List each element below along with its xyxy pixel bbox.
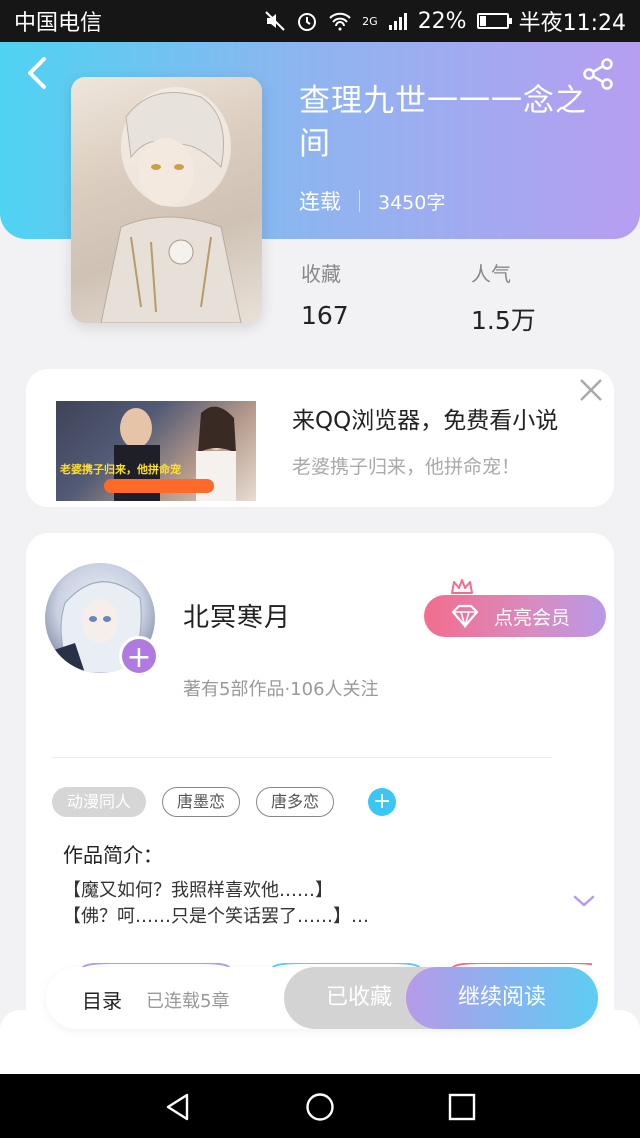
- mute-icon: [265, 11, 285, 31]
- chapter-count: 已连载5章: [146, 991, 230, 1012]
- crown-icon: [451, 579, 473, 594]
- nav-recents-icon[interactable]: [447, 1092, 477, 1122]
- ad-banner[interactable]: 老婆携子归来，他拼命宠 来QQ浏览器，免费看小说 老婆携子归来，他拼命宠！: [26, 369, 614, 507]
- plus-icon: +: [372, 789, 392, 814]
- system-nav-bar: [0, 1074, 640, 1138]
- add-tag-button[interactable]: +: [368, 788, 397, 816]
- clock: 半夜11:24: [518, 11, 626, 36]
- signal-icon: [388, 13, 407, 30]
- intro-text: 【魔又如何？我照样喜欢他……】 【佛？呵……只是个笑话罢了……】…: [63, 878, 533, 930]
- divider: [52, 757, 552, 758]
- ad-subtitle: 老婆携子归来，他拼命宠！: [292, 456, 521, 478]
- author-stats: 著有5部作品·106人关注: [183, 679, 379, 700]
- action-bar: 目录 已连载5章 已收藏 继续阅读: [46, 967, 598, 1029]
- status-bar: 中国电信 2G 22% 半夜11:24: [0, 0, 640, 42]
- battery-icon: [476, 13, 512, 29]
- tag[interactable]: 动漫同人: [52, 787, 147, 817]
- chevron-down-icon[interactable]: [572, 893, 596, 909]
- back-arrow-icon[interactable]: [22, 55, 52, 91]
- plus-icon: +: [126, 640, 152, 675]
- diamond-icon: [451, 604, 479, 628]
- vip-button[interactable]: 点亮会员: [424, 595, 606, 637]
- book-title: 查理九世一一一念之间: [299, 83, 587, 162]
- nav-back-icon[interactable]: [163, 1092, 193, 1122]
- meta-divider: [359, 190, 360, 212]
- stat-favorites: 收藏 167: [301, 258, 349, 330]
- serial-status: 连载: [299, 190, 341, 214]
- ad-image: 老婆携子归来，他拼命宠: [56, 383, 256, 501]
- cover-illustration: [100, 87, 242, 323]
- tag-list: 动漫同人 唐墨恋 唐多恋 +: [52, 787, 397, 817]
- intro-line: 【魔又如何？我照样喜欢他……】: [63, 880, 333, 901]
- stat-value: 1.5万: [471, 306, 536, 335]
- stat-value: 167: [301, 301, 349, 330]
- stat-label: 收藏: [301, 262, 341, 286]
- stat-popularity: 人气 1.5万: [471, 258, 536, 337]
- tag[interactable]: 唐多恋: [256, 787, 335, 817]
- continue-reading-button[interactable]: 继续阅读: [406, 967, 598, 1029]
- battery-percent: 22%: [417, 8, 467, 34]
- toc-button[interactable]: 目录: [82, 985, 122, 1014]
- close-icon[interactable]: [578, 377, 604, 403]
- carrier-name: 中国电信: [14, 11, 103, 36]
- book-cover[interactable]: [71, 77, 262, 323]
- author-name[interactable]: 北冥寒月: [183, 597, 291, 634]
- ad-image-pill: [104, 479, 214, 493]
- ad-title: 来QQ浏览器，免费看小说: [292, 408, 559, 434]
- wifi-icon: [329, 12, 351, 31]
- vip-label: 点亮会员: [494, 606, 571, 629]
- ad-image-caption: 老婆携子归来，他拼命宠: [60, 463, 181, 476]
- stat-label: 人气: [471, 262, 511, 286]
- book-meta: 连载 3450字: [299, 186, 445, 216]
- tag[interactable]: 唐墨恋: [162, 787, 241, 817]
- intro-label: 作品简介：: [63, 843, 163, 867]
- word-count: 3450字: [378, 191, 446, 214]
- follow-button[interactable]: +: [119, 636, 159, 676]
- network-type: 2G: [362, 14, 378, 28]
- nav-home-icon[interactable]: [305, 1092, 335, 1122]
- intro-line: 【佛？呵……只是个笑话罢了……】…: [63, 906, 369, 927]
- alarm-icon: [298, 13, 317, 31]
